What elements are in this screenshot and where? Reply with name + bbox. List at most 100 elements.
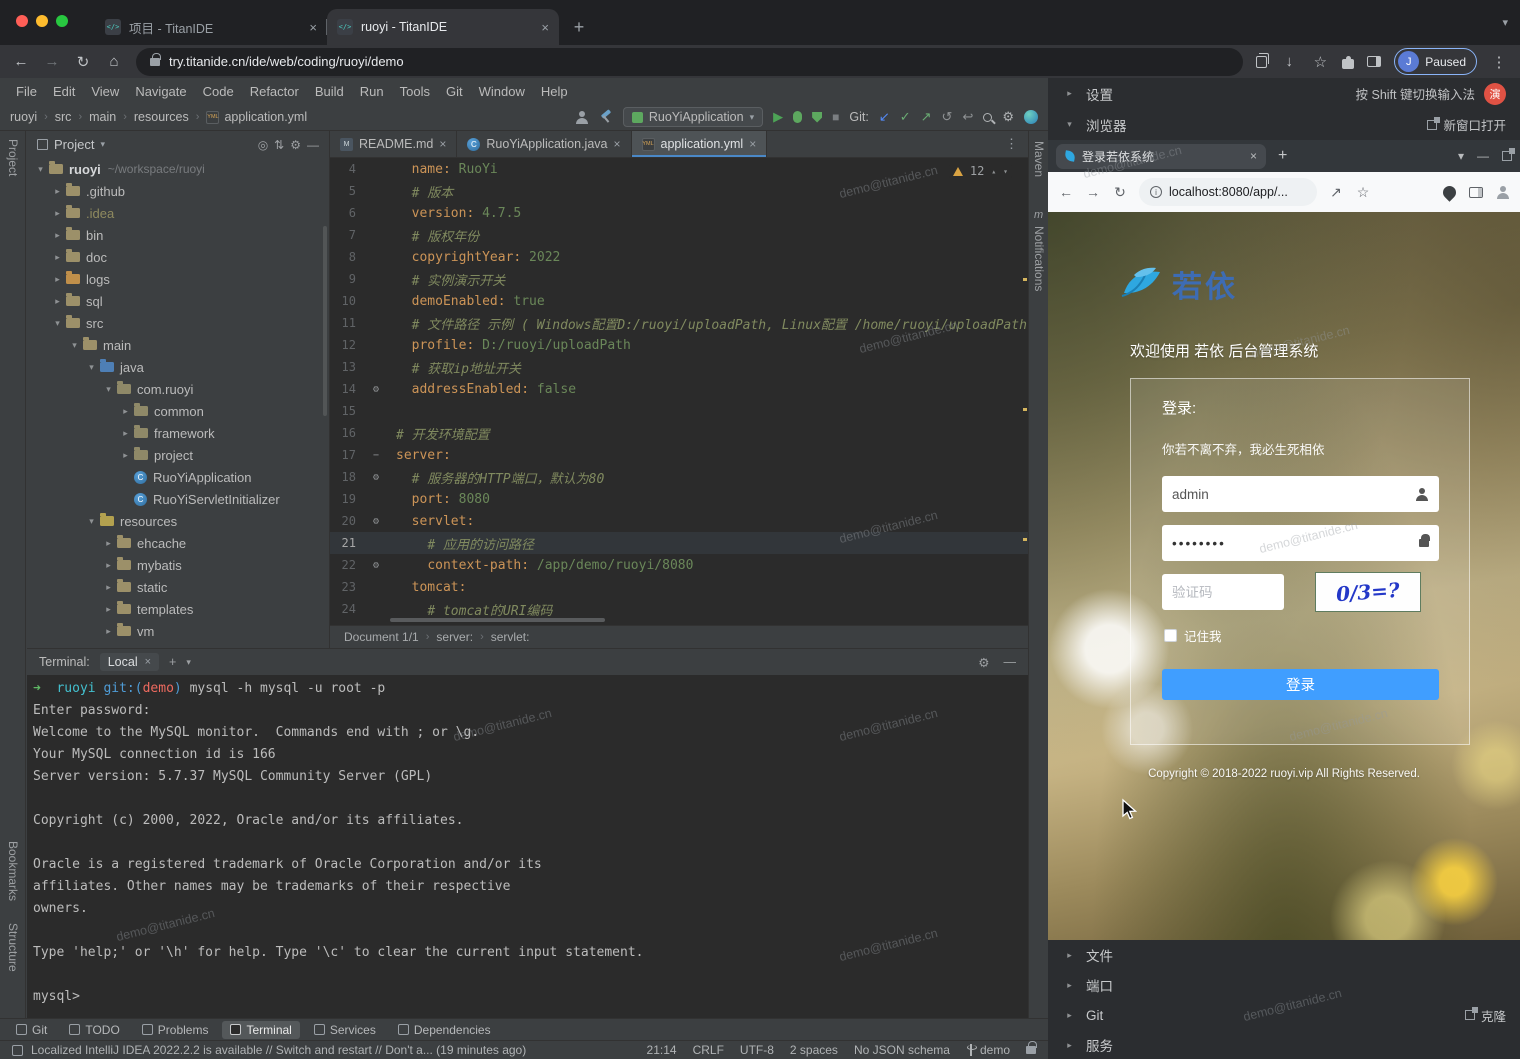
editor-tab-application-java[interactable]: C RuoYiApplication.java × — [457, 131, 631, 157]
tree-item-bin[interactable]: ▸bin — [27, 224, 329, 246]
inspection-widget[interactable]: 12 ▴ ▾ — [949, 163, 1012, 179]
terminal-tab-local[interactable]: Local × — [100, 653, 159, 671]
code-line[interactable]: 12 profile: D:/ruoyi/uploadPath — [330, 334, 1028, 356]
address-bar[interactable]: try.titanide.cn/ide/web/coding/ruoyi/dem… — [136, 48, 1243, 76]
tree-item-project[interactable]: ▸project — [27, 444, 329, 466]
code-line[interactable]: 10 demoEnabled: true — [330, 290, 1028, 312]
status-2-spaces[interactable]: 2 spaces — [790, 1043, 838, 1057]
back-icon[interactable]: ← — [1058, 184, 1074, 200]
tab-project[interactable]: </> 项目 - TitanIDE × — [95, 9, 327, 45]
stripe-structure[interactable]: Structure — [6, 923, 20, 972]
chevron-right-icon[interactable]: ▸ — [118, 406, 133, 417]
editor-crumb[interactable]: servlet: — [491, 630, 530, 644]
menu-refactor[interactable]: Refactor — [242, 81, 307, 102]
expand-collapse-icon[interactable]: ⇅ — [274, 138, 284, 152]
gear-gutter-icon[interactable]: ⚙ — [356, 560, 396, 571]
code-line[interactable]: 9 # 实例演示开关 — [330, 268, 1028, 290]
password-input[interactable] — [1172, 536, 1413, 551]
tree-item-doc[interactable]: ▸doc — [27, 246, 329, 268]
panel-section-文件[interactable]: ▸文件 — [1048, 940, 1520, 970]
extensions-icon[interactable] — [1342, 59, 1354, 69]
new-tab-button[interactable]: + — [565, 13, 593, 41]
side-panel-icon[interactable] — [1367, 56, 1381, 67]
hide-panel-icon[interactable]: — — [307, 138, 319, 152]
chevron-right-icon[interactable]: ▸ — [101, 560, 116, 571]
chevron-down-icon[interactable]: ▾ — [100, 139, 105, 150]
search-everywhere-icon[interactable] — [983, 113, 992, 122]
editor-crumb[interactable]: Document 1/1 — [344, 630, 419, 644]
close-tab-icon[interactable]: × — [749, 137, 756, 151]
login-button[interactable]: 登录 — [1162, 669, 1439, 700]
close-terminal-icon[interactable]: × — [145, 656, 151, 668]
chevron-right-icon[interactable]: ▸ — [118, 450, 133, 461]
panel-section-服务[interactable]: ▸服务 — [1048, 1030, 1520, 1059]
back-icon[interactable]: ← — [12, 53, 30, 70]
prev-problem-icon[interactable]: ▴ — [991, 167, 996, 176]
code-line[interactable]: 6 version: 4.7.5 — [330, 202, 1028, 224]
chevron-right-icon[interactable]: ▸ — [50, 296, 65, 307]
code-line[interactable]: 18⚙ # 服务器的HTTP端口，默认为80 — [330, 466, 1028, 488]
chevron-down-icon[interactable]: ▾ — [50, 318, 65, 329]
stripe-maven[interactable]: Maven — [1032, 141, 1046, 177]
menu-run[interactable]: Run — [352, 81, 392, 102]
close-window-button[interactable] — [16, 15, 28, 27]
tab-options-icon[interactable]: ⋮ — [1005, 136, 1028, 152]
close-tab-icon[interactable]: × — [439, 137, 446, 151]
status-crlf[interactable]: CRLF — [693, 1043, 724, 1057]
code-editor[interactable]: 4 name: RuoYi5 # 版本6 version: 4.7.57 # 版… — [330, 158, 1028, 625]
tree-item-github[interactable]: ▸.github — [27, 180, 329, 202]
open-new-window-button[interactable]: 新窗口打开 — [1427, 115, 1506, 134]
tree-item-ruoyi[interactable]: ▾ruoyi~/workspace/ruoyi — [27, 158, 329, 180]
fold-gutter-icon[interactable]: − — [356, 450, 396, 461]
chevron-down-icon[interactable]: ▾ — [84, 362, 99, 373]
maximize-window-button[interactable] — [56, 15, 68, 27]
tree-item-ruoyiapplication[interactable]: CRuoYiApplication — [27, 466, 329, 488]
chevron-right-icon[interactable]: ▸ — [50, 274, 65, 285]
editor-horizontal-scrollbar[interactable] — [390, 618, 605, 622]
share-icon[interactable]: ↗ — [1328, 184, 1344, 201]
forward-icon[interactable]: → — [1085, 184, 1101, 200]
chevron-right-icon[interactable]: ▸ — [101, 626, 116, 637]
terminal-panel[interactable]: ➜ ruoyi git:(demo) mysql -h mysql -u roo… — [27, 675, 1028, 1018]
code-line[interactable]: 11 # 文件路径 示例 ( Windows配置D:/ruoyi/uploadP… — [330, 312, 1028, 334]
panel-section-git[interactable]: ▸Git克隆 — [1048, 1000, 1520, 1030]
chevron-right-icon[interactable]: ▸ — [50, 252, 65, 263]
close-tab-icon[interactable]: × — [613, 137, 620, 151]
forward-icon[interactable]: → — [43, 53, 61, 70]
reload-icon[interactable]: ↻ — [74, 53, 92, 71]
chevron-down-icon[interactable]: ▾ — [33, 164, 48, 175]
chevron-right-icon[interactable]: ▸ — [118, 428, 133, 439]
code-line[interactable]: 15 — [330, 400, 1028, 422]
stripe-project[interactable]: Project — [6, 139, 20, 176]
breadcrumb-item[interactable]: src — [55, 110, 72, 124]
menu-navigate[interactable]: Navigate — [127, 81, 194, 102]
chevron-right-icon[interactable]: ▸ — [50, 230, 65, 241]
editor-tab-application-yml[interactable]: YML application.yml × — [632, 131, 768, 157]
hide-terminal-icon[interactable]: — — [1004, 655, 1017, 670]
menu-dots-icon[interactable]: ⋮ — [1490, 53, 1508, 71]
toolwindow-todo[interactable]: TODO — [61, 1021, 127, 1039]
menu-view[interactable]: View — [83, 81, 127, 102]
status-21:14[interactable]: 21:14 — [647, 1043, 677, 1057]
tab-search-icon[interactable]: ▾ — [1502, 16, 1508, 29]
chevron-right-icon[interactable]: ▸ — [50, 208, 65, 219]
run-configuration-select[interactable]: RuoYiApplication ▾ — [623, 107, 763, 127]
captcha-image[interactable]: 0/3=? — [1315, 572, 1421, 612]
theme-icon[interactable] — [1440, 183, 1458, 201]
minimize-window-button[interactable] — [36, 15, 48, 27]
close-tab-icon[interactable]: × — [309, 20, 317, 35]
menu-file[interactable]: File — [8, 81, 45, 102]
git-update-icon[interactable]: ↙ — [879, 109, 890, 125]
rollback-icon[interactable]: ↩ — [962, 109, 973, 125]
toolwindow-services[interactable]: Services — [306, 1021, 384, 1039]
tree-item-sql[interactable]: ▸sql — [27, 290, 329, 312]
code-line[interactable]: 8 copyrightYear: 2022 — [330, 246, 1028, 268]
locate-file-icon[interactable]: ◎ — [258, 138, 268, 152]
code-line[interactable]: 5 # 版本 — [330, 180, 1028, 202]
code-line[interactable]: 20⚙ servlet: — [330, 510, 1028, 532]
menu-window[interactable]: Window — [471, 81, 533, 102]
toolwindow-problems[interactable]: Problems — [134, 1021, 217, 1039]
gear-gutter-icon[interactable]: ⚙ — [356, 472, 396, 483]
breadcrumb-item[interactable]: YMLapplication.yml — [206, 110, 307, 124]
tree-item-vm[interactable]: ▸vm — [27, 620, 329, 642]
